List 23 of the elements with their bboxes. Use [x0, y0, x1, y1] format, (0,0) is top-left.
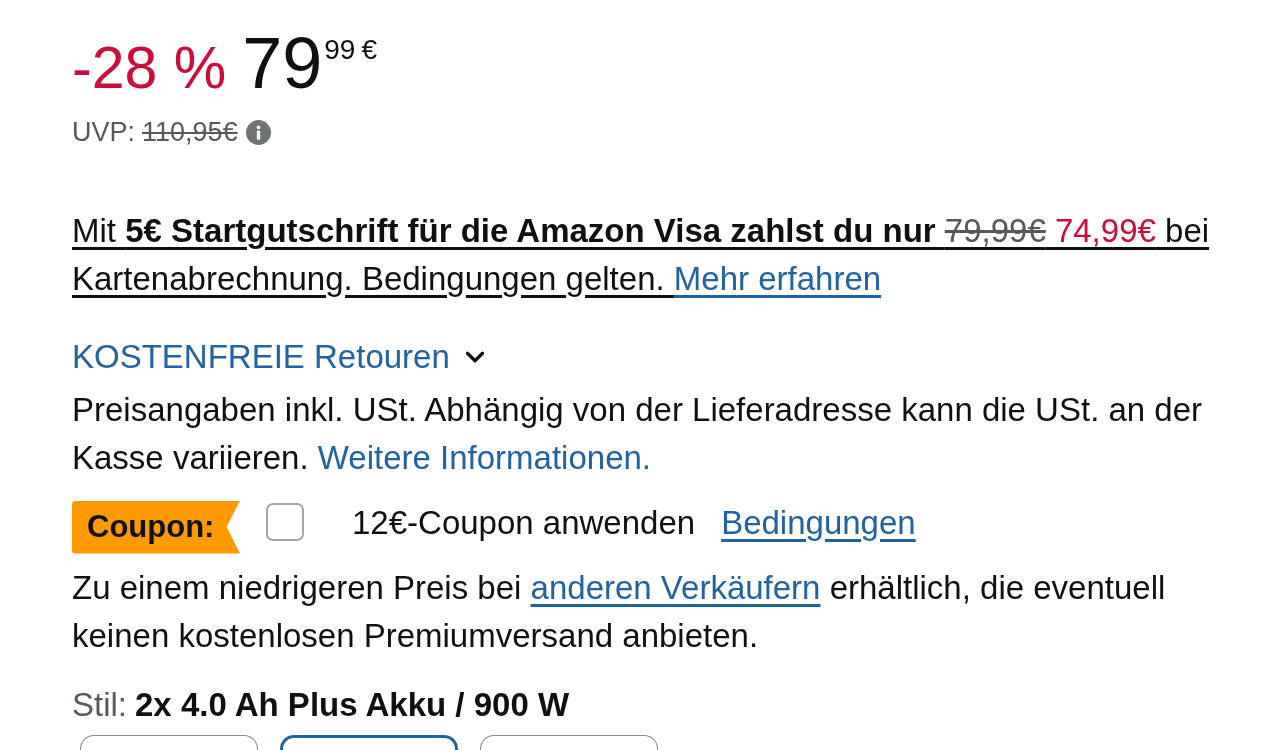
- coupon-label: 12€-Coupon anwenden: [352, 503, 696, 543]
- discount-percentage: -28 %: [72, 34, 227, 103]
- style-value: 2x 4.0 Ah Plus Akku / 900 W: [135, 685, 570, 726]
- list-price-label: UVP:: [72, 115, 136, 149]
- more-info-link[interactable]: Mehr erfahren: [673, 260, 882, 297]
- style-label: Stil:: [72, 685, 127, 726]
- style-option[interactable]: [280, 735, 458, 750]
- price-whole: 79: [242, 26, 323, 100]
- coupon-terms-link[interactable]: Bedingungen: [721, 499, 916, 547]
- coupon-badge: Coupon:: [72, 500, 240, 554]
- other-sellers-text: Zu einem niedrigeren Preis bei anderen Verkäufern erhältlich, die eventuell keinen kostenlosen Premiumversand anbieten.: [72, 568, 1167, 656]
- price-fraction: 99: [324, 36, 356, 64]
- list-price-value: 110,95€: [142, 115, 238, 149]
- info-icon[interactable]: [245, 119, 271, 145]
- style-option[interactable]: [480, 735, 658, 750]
- coupon-checkbox[interactable]: [266, 503, 304, 541]
- style-option[interactable]: [80, 735, 258, 750]
- free-returns-link[interactable]: KOSTENFREIE Retouren: [72, 333, 450, 381]
- further-info-link[interactable]: Weitere Informationen.: [317, 439, 651, 476]
- other-sellers-link[interactable]: anderen Verkäufern: [530, 569, 821, 606]
- price-currency: €: [361, 36, 377, 64]
- visa-offer-text: Mit 5€ Startgutschrift für die Amazon Visa zahlst du nur 79,99€ 74,99€ bei Kartenabrechnung. Bedingungen gelten. Mehr erfahren: [72, 211, 1211, 299]
- tax-note-text: Preisangaben inkl. USt. Abhängig von der Lieferadresse kann die USt. an der Kasse variieren. Weitere Informationen.: [72, 390, 1204, 478]
